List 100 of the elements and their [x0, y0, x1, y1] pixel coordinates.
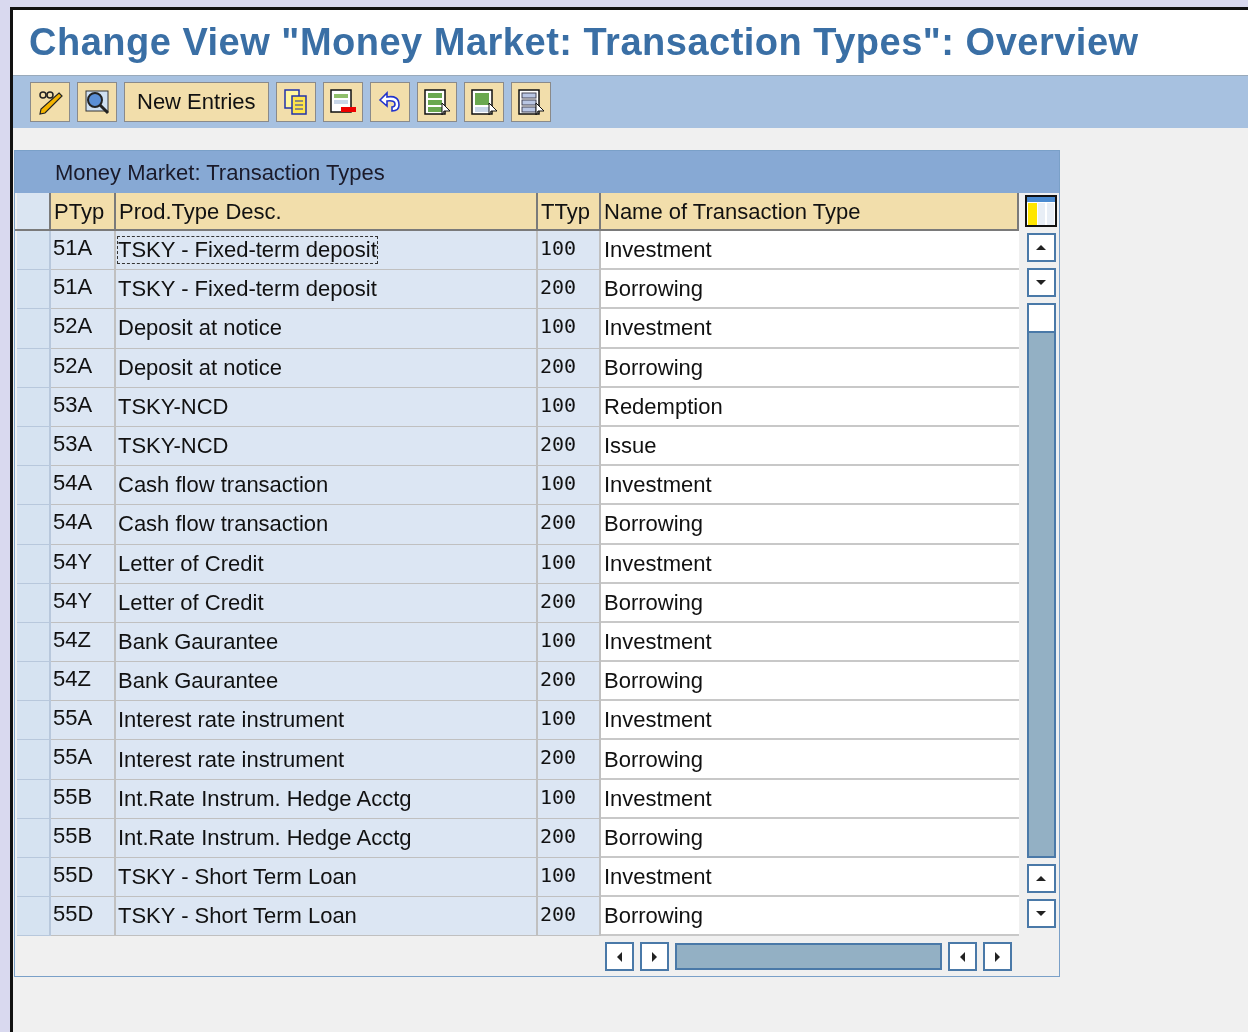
table-cell: 55A: [51, 701, 116, 741]
table-cell: Deposit at notice: [118, 315, 282, 342]
table-cell: Interest rate instrument: [118, 707, 345, 734]
table-cell: 53A: [51, 387, 116, 427]
table-cell: TSKY - Short Term Loan: [118, 864, 357, 891]
table-cell: Investment: [601, 701, 1019, 741]
column-header[interactable]: TTyp: [538, 193, 601, 229]
horizontal-scrollbar-track[interactable]: [675, 943, 942, 971]
table-cell: Cash flow transaction: [118, 472, 329, 499]
toolbar-button[interactable]: [77, 82, 117, 122]
table-cell: 100: [538, 622, 601, 663]
column-header[interactable]: Prod.Type Desc.: [116, 193, 538, 229]
table-cell: TSKY - Short Term Loan: [118, 903, 357, 930]
table-cell: 54A: [51, 466, 116, 506]
select-all-icon: [421, 87, 452, 117]
columns-icon: [1027, 197, 1055, 225]
table-cell: Borrowing: [601, 740, 1019, 780]
table-cell: 55B: [51, 818, 116, 858]
table-cell: TSKY - Fixed-term deposit: [118, 237, 377, 264]
table-cell: 200: [538, 662, 601, 702]
table-cell: Investment: [601, 622, 1019, 663]
vertical-scrollbar-track[interactable]: [1026, 303, 1056, 858]
table-cell: Int.Rate Instrum. Hedge Acctg: [118, 785, 412, 812]
toolbar-button[interactable]: [322, 82, 363, 122]
table-cell: 100: [538, 387, 601, 427]
scroll-left-button[interactable]: [948, 942, 977, 972]
scroll-down-button[interactable]: [1026, 268, 1056, 297]
toolbar-button[interactable]: [463, 82, 504, 122]
table-cell: 52A: [51, 348, 116, 388]
triangle-icon: [995, 951, 1000, 962]
table-cell: 55D: [51, 897, 116, 937]
scroll-up-button[interactable]: [1026, 233, 1056, 262]
table-cell: Redemption: [601, 387, 1019, 427]
table-cell: 54Z: [51, 622, 116, 663]
table-cell: 100: [538, 466, 601, 506]
table-cell: Letter of Credit: [118, 589, 264, 616]
table-cell: 53A: [51, 426, 116, 467]
toolbar-button[interactable]: [416, 82, 457, 122]
scroll-right-button[interactable]: [983, 942, 1012, 972]
table-cell: Investment: [601, 544, 1019, 584]
table-cell: Borrowing: [601, 348, 1019, 388]
table-cell: Investment: [601, 858, 1019, 898]
table-cell: Bank Gaurantee: [118, 668, 279, 695]
table-cell: Investment: [601, 466, 1019, 506]
column-settings-button[interactable]: [1025, 195, 1057, 227]
table-cell: 200: [538, 583, 601, 623]
table-cell: 55A: [51, 740, 116, 780]
toolbar-button[interactable]: [30, 82, 70, 122]
table-cell: 100: [538, 231, 601, 271]
table-cell: 51A: [51, 270, 116, 310]
window-title: Change View "Money Market: Transaction Types": Overview: [29, 20, 1139, 65]
table-cell: TSKY-NCD: [118, 393, 229, 420]
table-cell: 52A: [51, 309, 116, 349]
table-cell: Borrowing: [601, 583, 1019, 623]
scroll-up-button[interactable]: [1026, 864, 1056, 893]
table-cell: 100: [538, 309, 601, 349]
table-cell: Borrowing: [601, 662, 1019, 702]
table-cell: TSKY - Fixed-term deposit: [118, 276, 377, 303]
table-cell: 55D: [51, 858, 116, 898]
column-header[interactable]: Name of Transaction Type: [601, 193, 1019, 229]
triangle-icon: [1036, 245, 1046, 250]
table-cell: Borrowing: [601, 818, 1019, 858]
scroll-left-button[interactable]: [605, 942, 634, 972]
table-cell: 54Y: [51, 583, 116, 623]
table-title: Money Market: Transaction Types: [55, 158, 385, 187]
toolbar-button[interactable]: [510, 82, 551, 122]
triangle-icon: [617, 951, 622, 962]
table-cell: 200: [538, 505, 601, 545]
table-cell: 200: [538, 348, 601, 388]
table-cell: 200: [538, 426, 601, 467]
table-cell: Cash flow transaction: [118, 511, 329, 538]
table-cell: 100: [538, 544, 601, 584]
scroll-right-button[interactable]: [640, 942, 669, 972]
table-cell: 54A: [51, 505, 116, 545]
table-cell: Interest rate instrument: [118, 746, 345, 773]
table-cell: 100: [538, 858, 601, 898]
new-entries-button[interactable]: New Entries: [124, 82, 269, 122]
deselect-all-icon: [515, 87, 546, 117]
table-cell: 100: [538, 779, 601, 819]
scroll-down-button[interactable]: [1026, 899, 1056, 928]
table-cell: Investment: [601, 779, 1019, 819]
table-cell: 100: [538, 701, 601, 741]
table-cell: Bank Gaurantee: [118, 628, 279, 655]
select-block-icon: [468, 87, 499, 117]
scrollbar-thumb[interactable]: [1028, 305, 1054, 333]
table-cell: Issue: [601, 426, 1019, 467]
column-header[interactable]: PTyp: [51, 193, 116, 229]
table-cell: Investment: [601, 231, 1019, 271]
toolbar-button[interactable]: [275, 82, 316, 122]
table-cell: Borrowing: [601, 270, 1019, 310]
table-cell: Int.Rate Instrum. Hedge Acctg: [118, 824, 412, 851]
triangle-icon: [1036, 280, 1046, 285]
triangle-icon: [1036, 876, 1046, 881]
table-cell: Letter of Credit: [118, 550, 264, 577]
toolbar-button[interactable]: [369, 82, 410, 122]
table-cell: 200: [538, 270, 601, 310]
table-cell: Borrowing: [601, 505, 1019, 545]
table-cell: Investment: [601, 309, 1019, 349]
magnifier-icon: [82, 87, 112, 117]
triangle-icon: [1036, 911, 1046, 916]
